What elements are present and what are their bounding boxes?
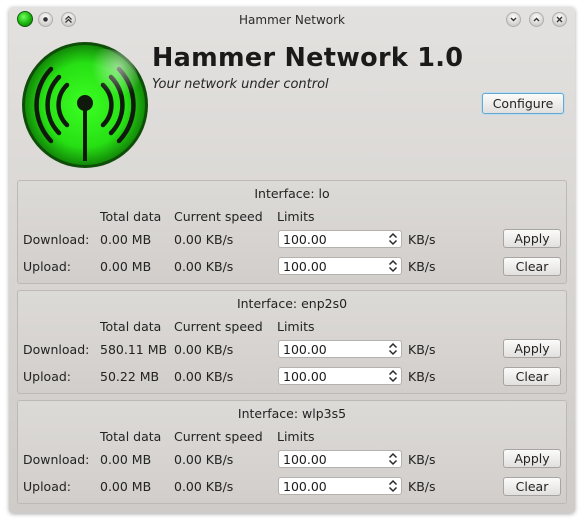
apply-button[interactable]: Apply — [503, 339, 561, 358]
interface-panel-1: Interface: enp2s0 Total data Current spe… — [17, 290, 567, 394]
minimize-icon[interactable] — [506, 12, 521, 27]
download-label: Download: — [23, 342, 90, 357]
download-label: Download: — [23, 452, 90, 467]
column-header-current-speed: Current speed — [174, 209, 263, 224]
wifi-antenna-icon — [22, 42, 148, 168]
column-header-current-speed: Current speed — [174, 319, 263, 334]
spin-arrows-icon[interactable] — [388, 232, 398, 246]
download-limit-spinbox[interactable]: 100.00 — [278, 340, 402, 358]
clear-button[interactable]: Clear — [503, 257, 561, 276]
download-limit-value[interactable]: 100.00 — [283, 452, 327, 467]
app-window: ● Hammer Network Hammer Network 1.0 Your… — [9, 7, 575, 513]
upload-limit-value[interactable]: 100.00 — [283, 259, 327, 274]
download-speed: 0.00 KB/s — [174, 342, 234, 357]
upload-limit-spinbox[interactable]: 100.00 — [278, 367, 402, 385]
maximize-icon[interactable] — [529, 12, 544, 27]
download-speed: 0.00 KB/s — [174, 452, 234, 467]
clear-button[interactable]: Clear — [503, 367, 561, 386]
upload-unit: KB/s — [408, 479, 436, 494]
window-title: Hammer Network — [239, 13, 345, 27]
upload-speed: 0.00 KB/s — [174, 259, 234, 274]
interface-panel-2: Interface: wlp3s5 Total data Current spe… — [17, 400, 567, 504]
download-limit-spinbox[interactable]: 100.00 — [278, 230, 402, 248]
upload-label: Upload: — [23, 369, 72, 384]
upload-limit-spinbox[interactable]: 100.00 — [278, 257, 402, 275]
spin-arrows-icon[interactable] — [388, 369, 398, 383]
upload-limit-value[interactable]: 100.00 — [283, 479, 327, 494]
download-total: 0.00 MB — [100, 232, 152, 247]
app-subtitle: Your network under control — [152, 77, 329, 92]
interface-title: Interface: enp2s0 — [236, 296, 348, 311]
download-label: Download: — [23, 232, 90, 247]
column-header-limits: Limits — [277, 209, 315, 224]
interface-title: Interface: wlp3s5 — [237, 406, 347, 421]
upload-speed: 0.00 KB/s — [174, 369, 234, 384]
interface-title: Interface: lo — [254, 186, 330, 201]
column-header-total-data: Total data — [100, 319, 162, 334]
download-total: 580.11 MB — [100, 342, 168, 357]
title-bar[interactable]: ● Hammer Network — [9, 7, 575, 33]
upload-label: Upload: — [23, 259, 72, 274]
download-unit: KB/s — [408, 232, 436, 247]
upload-unit: KB/s — [408, 259, 436, 274]
spin-arrows-icon[interactable] — [388, 342, 398, 356]
download-limit-spinbox[interactable]: 100.00 — [278, 450, 402, 468]
app-title: Hammer Network 1.0 — [152, 43, 464, 73]
upload-total: 50.22 MB — [100, 369, 160, 384]
spin-arrows-icon[interactable] — [388, 452, 398, 466]
column-header-total-data: Total data — [100, 429, 162, 444]
download-unit: KB/s — [408, 342, 436, 357]
interface-panel-0: Interface: lo Total data Current speed L… — [17, 180, 567, 284]
column-header-total-data: Total data — [100, 209, 162, 224]
column-header-current-speed: Current speed — [174, 429, 263, 444]
column-header-limits: Limits — [277, 319, 315, 334]
column-header-limits: Limits — [277, 429, 315, 444]
apply-button[interactable]: Apply — [503, 449, 561, 468]
apply-button[interactable]: Apply — [503, 229, 561, 248]
upload-limit-spinbox[interactable]: 100.00 — [278, 477, 402, 495]
close-icon[interactable] — [552, 12, 567, 27]
configure-button[interactable]: Configure — [482, 93, 564, 114]
download-limit-value[interactable]: 100.00 — [283, 232, 327, 247]
download-total: 0.00 MB — [100, 452, 152, 467]
upload-unit: KB/s — [408, 369, 436, 384]
clear-button[interactable]: Clear — [503, 477, 561, 496]
spin-arrows-icon[interactable] — [388, 259, 398, 273]
upload-limit-value[interactable]: 100.00 — [283, 369, 327, 384]
upload-total: 0.00 MB — [100, 479, 152, 494]
upload-total: 0.00 MB — [100, 259, 152, 274]
download-limit-value[interactable]: 100.00 — [283, 342, 327, 357]
upload-label: Upload: — [23, 479, 72, 494]
upload-speed: 0.00 KB/s — [174, 479, 234, 494]
spin-arrows-icon[interactable] — [388, 479, 398, 493]
download-unit: KB/s — [408, 452, 436, 467]
download-speed: 0.00 KB/s — [174, 232, 234, 247]
